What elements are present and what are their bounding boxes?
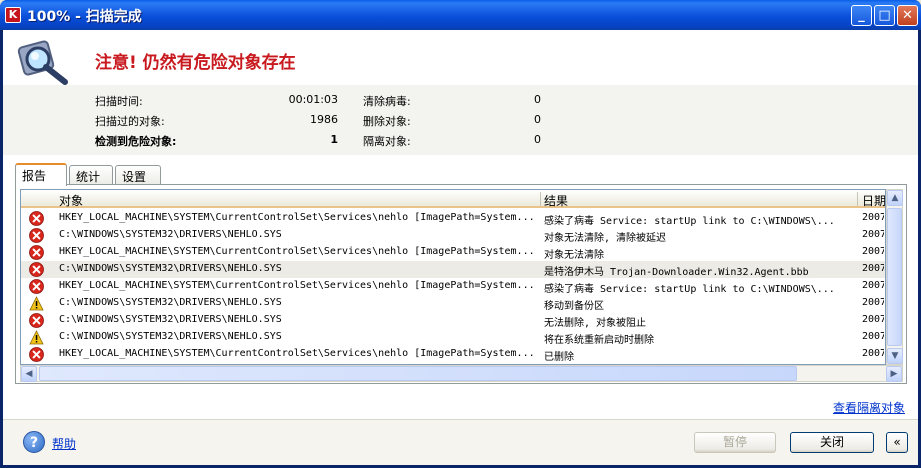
- tab-report[interactable]: 报告: [15, 163, 67, 186]
- window-title: 100% - 扫描完成: [27, 9, 142, 25]
- column-header-result[interactable]: 结果: [544, 192, 568, 209]
- scroll-up-button[interactable]: ▲: [887, 190, 903, 206]
- warning-status-icon: [29, 296, 44, 311]
- scroll-right-button[interactable]: ▶: [886, 366, 902, 382]
- scanned-objects-value: 1986: [310, 113, 338, 126]
- row-object-cell: C:\WINDOWS\SYSTEM32\DRIVERS\NEHLO.SYS: [59, 263, 282, 274]
- row-result-cell: 将在系统重新启动时删除: [544, 335, 654, 346]
- row-object-cell: HKEY_LOCAL_MACHINE\SYSTEM\CurrentControl…: [59, 246, 535, 257]
- kaspersky-logo-icon: K: [5, 7, 21, 23]
- report-table: 对象 结果 日期 HKEY_LOCAL_MACHINE\SYSTEM\Curre…: [20, 189, 886, 365]
- report-panel: 对象 结果 日期 HKEY_LOCAL_MACHINE\SYSTEM\Curre…: [15, 184, 907, 384]
- quarantined-value: 0: [534, 133, 541, 146]
- row-result-cell: 对象无法清除, 清除被延迟: [544, 233, 667, 244]
- error-status-icon: [29, 262, 44, 277]
- row-result-cell: 感染了病毒 Service: startUp link to C:\WINDOW…: [544, 216, 835, 227]
- row-date-cell: 2007: [862, 229, 884, 240]
- table-row[interactable]: C:\WINDOWS\SYSTEM32\DRIVERS\NEHLO.SYS 是特洛…: [21, 261, 885, 278]
- help-icon[interactable]: ?: [23, 431, 45, 453]
- error-status-icon: [29, 347, 44, 362]
- scan-time-value: 00:01:03: [288, 93, 338, 106]
- error-status-icon: [29, 313, 44, 328]
- disinfected-label: 清除病毒:: [363, 95, 411, 108]
- row-object-cell: HKEY_LOCAL_MACHINE\SYSTEM\CurrentControl…: [59, 348, 535, 359]
- warning-status-icon: [29, 330, 44, 345]
- row-date-cell: 2007: [862, 297, 884, 308]
- vertical-scrollbar[interactable]: ▲ ▼: [886, 189, 903, 365]
- scan-time-label: 扫描时间:: [95, 95, 143, 108]
- table-row[interactable]: C:\WINDOWS\SYSTEM32\DRIVERS\NEHLO.SYS 对象无…: [21, 227, 885, 244]
- tab-statistics[interactable]: 统计: [69, 165, 113, 185]
- scanned-objects-label: 扫描过的对象:: [95, 115, 165, 128]
- row-date-cell: 2007: [862, 280, 884, 291]
- table-row[interactable]: C:\WINDOWS\SYSTEM32\DRIVERS\NEHLO.SYS 无法删…: [21, 312, 885, 329]
- row-date-cell: 2007: [862, 246, 884, 257]
- error-status-icon: [29, 245, 44, 260]
- detected-objects-value: 1: [330, 133, 338, 146]
- quarantined-label: 隔离对象:: [363, 135, 411, 148]
- row-date-cell: 2007: [862, 263, 884, 274]
- view-quarantine-link[interactable]: 查看隔离对象: [833, 399, 905, 416]
- horizontal-scroll-thumb[interactable]: [39, 366, 797, 381]
- pause-button[interactable]: 暂停: [694, 432, 776, 453]
- row-date-cell: 2007: [862, 212, 884, 223]
- error-status-icon: [29, 211, 44, 226]
- row-result-cell: 是特洛伊木马 Trojan-Downloader.Win32.Agent.bbb: [544, 267, 809, 278]
- window-client: 注意! 仍然有危险对象存在 扫描时间: 00:01:03 扫描过的对象: 198…: [3, 30, 918, 465]
- vertical-scroll-thumb[interactable]: [887, 208, 902, 346]
- row-result-cell: 移动到备份区: [544, 301, 604, 312]
- table-row[interactable]: HKEY_LOCAL_MACHINE\SYSTEM\CurrentControl…: [21, 278, 885, 295]
- title-bar[interactable]: K 100% - 扫描完成 _ □ ✕: [0, 0, 921, 30]
- row-object-cell: C:\WINDOWS\SYSTEM32\DRIVERS\NEHLO.SYS: [59, 229, 282, 240]
- table-row[interactable]: C:\WINDOWS\SYSTEM32\DRIVERS\NEHLO.SYS 移动到…: [21, 295, 885, 312]
- collapse-button[interactable]: «: [886, 432, 908, 453]
- scan-statistics: 扫描时间: 00:01:03 扫描过的对象: 1986 检测到危险对象: 1 清…: [3, 85, 918, 155]
- column-divider[interactable]: [857, 192, 858, 206]
- footer-bar: ? 帮助 暂停 关闭 «: [3, 419, 918, 465]
- help-link[interactable]: 帮助: [52, 435, 76, 452]
- table-row[interactable]: HKEY_LOCAL_MACHINE\SYSTEM\CurrentControl…: [21, 346, 885, 363]
- close-window-button[interactable]: ✕: [897, 5, 918, 26]
- tab-settings[interactable]: 设置: [115, 165, 161, 185]
- table-row[interactable]: C:\WINDOWS\SYSTEM32\DRIVERS\NEHLO.SYS 将在系…: [21, 329, 885, 346]
- row-object-cell: HKEY_LOCAL_MACHINE\SYSTEM\CurrentControl…: [59, 212, 535, 223]
- maximize-button[interactable]: □: [874, 5, 895, 26]
- disinfected-value: 0: [534, 93, 541, 106]
- table-row[interactable]: HKEY_LOCAL_MACHINE\SYSTEM\CurrentControl…: [21, 244, 885, 261]
- column-header-date[interactable]: 日期: [862, 192, 885, 209]
- row-date-cell: 2007: [862, 314, 884, 325]
- magnifier-scan-icon: [17, 40, 68, 85]
- scan-window: K 100% - 扫描完成 _ □ ✕ 注意! 仍然有危险对象存在 扫描时间: …: [0, 0, 921, 468]
- row-date-cell: 2007: [862, 348, 884, 359]
- row-object-cell: HKEY_LOCAL_MACHINE\SYSTEM\CurrentControl…: [59, 280, 535, 291]
- row-date-cell: 2007: [862, 331, 884, 342]
- row-object-cell: C:\WINDOWS\SYSTEM32\DRIVERS\NEHLO.SYS: [59, 297, 282, 308]
- column-header-object[interactable]: 对象: [59, 192, 83, 209]
- deleted-label: 删除对象:: [363, 115, 411, 128]
- warning-headline: 注意! 仍然有危险对象存在: [95, 53, 296, 73]
- error-status-icon: [29, 228, 44, 243]
- table-row[interactable]: HKEY_LOCAL_MACHINE\SYSTEM\CurrentControl…: [21, 210, 885, 227]
- row-object-cell: C:\WINDOWS\SYSTEM32\DRIVERS\NEHLO.SYS: [59, 314, 282, 325]
- column-divider[interactable]: [540, 192, 541, 206]
- scroll-left-button[interactable]: ◀: [21, 366, 37, 382]
- detected-objects-label: 检测到危险对象:: [95, 135, 177, 148]
- horizontal-scrollbar[interactable]: ◀ ▶: [20, 365, 903, 382]
- table-header: 对象 结果 日期: [21, 190, 885, 209]
- row-result-cell: 对象无法清除: [544, 250, 604, 261]
- scroll-down-button[interactable]: ▼: [887, 348, 903, 364]
- minimize-button[interactable]: _: [851, 5, 872, 26]
- deleted-value: 0: [534, 113, 541, 126]
- header-banner: 注意! 仍然有危险对象存在: [3, 30, 918, 85]
- row-result-cell: 感染了病毒 Service: startUp link to C:\WINDOW…: [544, 284, 835, 295]
- row-object-cell: C:\WINDOWS\SYSTEM32\DRIVERS\NEHLO.SYS: [59, 331, 282, 342]
- error-status-icon: [29, 279, 44, 294]
- row-result-cell: 无法删除, 对象被阻止: [544, 318, 647, 329]
- row-result-cell: 已删除: [544, 352, 574, 363]
- close-button[interactable]: 关闭: [790, 432, 874, 453]
